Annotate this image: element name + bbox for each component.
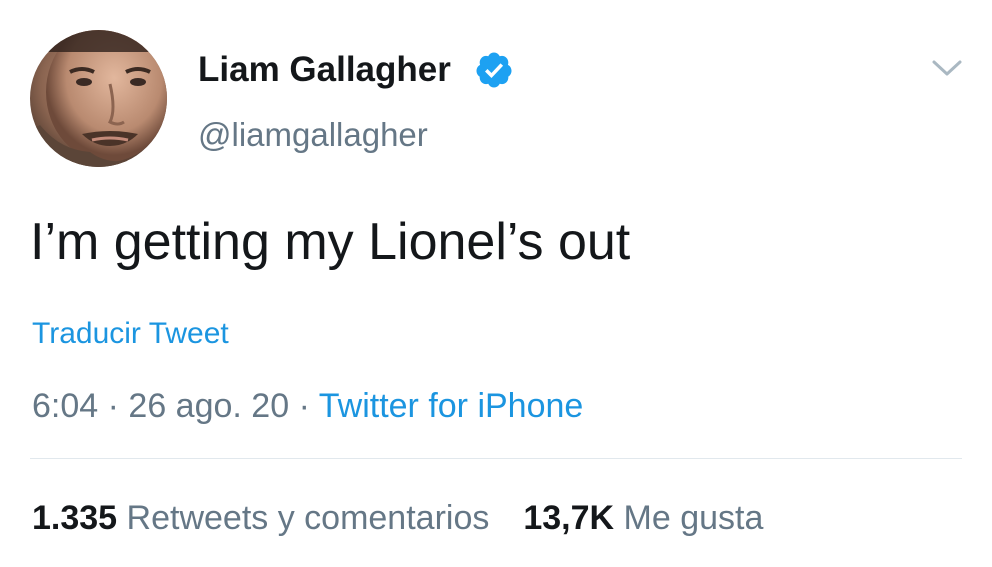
likes-count: 13,7K: [523, 499, 615, 537]
tweet-time[interactable]: 6:04: [32, 387, 98, 425]
likes-stat[interactable]: 13,7K Me gusta: [523, 499, 763, 537]
tweet-meta: 6:04 · 26 ago. 20 · Twitter for iPhone: [32, 386, 583, 426]
divider: [30, 458, 962, 459]
avatar-photo: [30, 30, 167, 167]
user-handle[interactable]: @liamgallagher: [198, 116, 428, 154]
verified-badge-icon: [476, 52, 512, 88]
retweets-count: 1.335: [32, 499, 118, 537]
meta-separator: ·: [298, 387, 310, 425]
tweet-date[interactable]: 26 ago. 20: [128, 387, 289, 425]
meta-separator: ·: [107, 387, 119, 425]
tweet-stats: 1.335 Retweets y comentarios 13,7K Me gus…: [32, 498, 763, 538]
display-name[interactable]: Liam Gallagher: [198, 50, 451, 90]
translate-tweet-link[interactable]: Traducir Tweet: [32, 316, 229, 352]
chevron-down-icon[interactable]: [930, 56, 964, 80]
retweets-label: Retweets y comentarios: [126, 499, 490, 537]
tweet-source-link[interactable]: Twitter for iPhone: [319, 387, 584, 425]
likes-label: Me gusta: [623, 499, 764, 537]
tweet-text: I’m getting my Lionel’s out: [30, 213, 631, 271]
avatar[interactable]: [30, 30, 167, 167]
retweets-stat[interactable]: 1.335 Retweets y comentarios: [32, 499, 489, 537]
